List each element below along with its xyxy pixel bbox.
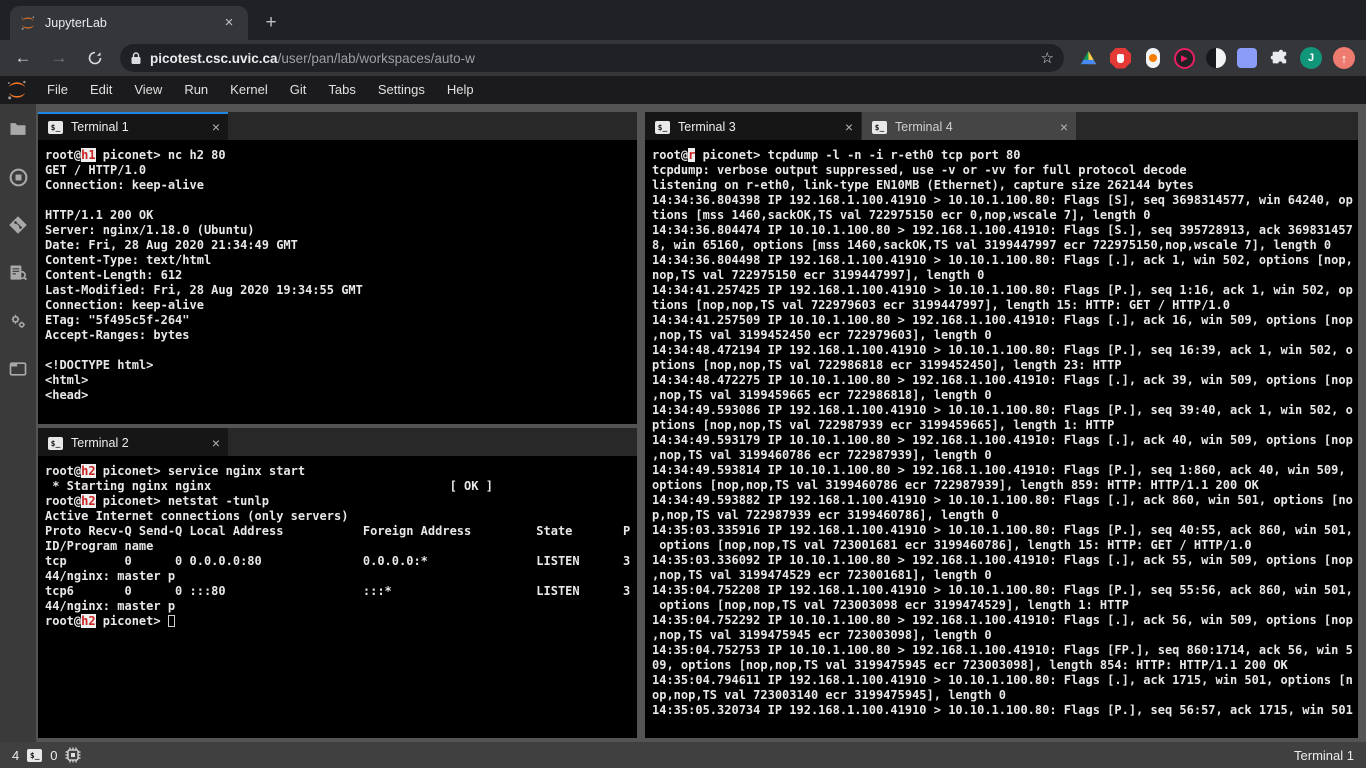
tab-terminal-2-close-icon[interactable]: × bbox=[186, 435, 220, 451]
menu-tabs[interactable]: Tabs bbox=[317, 76, 366, 104]
forward-icon[interactable]: → bbox=[46, 45, 72, 71]
inspector-icon[interactable] bbox=[7, 262, 29, 284]
tab-terminal-3-close-icon[interactable]: × bbox=[819, 119, 853, 135]
tab-terminal-4-label: Terminal 4 bbox=[895, 120, 953, 134]
terminal-icon: $_ bbox=[48, 121, 63, 134]
menu-run[interactable]: Run bbox=[173, 76, 219, 104]
terminal-1-output[interactable]: root@h1 piconet> nc h2 80 GET / HTTP/1.0… bbox=[38, 140, 637, 424]
browser-tab-close-icon[interactable]: × bbox=[220, 14, 238, 32]
screen: JupyterLab × + ← → picotest.csc.uvic.ca/… bbox=[0, 0, 1366, 768]
menu-git[interactable]: Git bbox=[279, 76, 318, 104]
tab-terminal-4[interactable]: $_ Terminal 4 × bbox=[862, 112, 1076, 140]
profile-avatar[interactable]: J bbox=[1300, 47, 1322, 69]
tab-terminal-1[interactable]: $_ Terminal 1 × bbox=[38, 112, 228, 140]
running-sessions-icon[interactable] bbox=[7, 166, 29, 188]
tab-terminal-1-label: Terminal 1 bbox=[71, 120, 129, 134]
sessions-status[interactable]: 4 $_ 0 bbox=[12, 747, 81, 763]
kernel-chip-icon bbox=[65, 747, 81, 763]
tab-terminal-3[interactable]: $_ Terminal 3 × bbox=[645, 112, 861, 140]
extension-row: ▶ J ↑ bbox=[1078, 47, 1355, 69]
terminal-2-tabbar: $_ Terminal 2 × bbox=[38, 428, 637, 456]
terminals-count: 4 bbox=[12, 748, 19, 763]
google-drive-icon[interactable] bbox=[1078, 48, 1099, 69]
dark-reader-icon[interactable] bbox=[1206, 48, 1226, 68]
terminal-3-panel: $_ Terminal 3 × $_ Terminal 4 × root@r p… bbox=[645, 112, 1358, 738]
padlock-icon[interactable] bbox=[130, 52, 142, 65]
status-bar: 4 $_ 0 Terminal 1 bbox=[0, 742, 1366, 768]
hand-glyph bbox=[1117, 54, 1124, 63]
jupyterlab-menubar: File Edit View Run Kernel Git Tabs Setti… bbox=[0, 76, 1366, 104]
reload-icon[interactable] bbox=[82, 45, 108, 71]
menu-settings[interactable]: Settings bbox=[367, 76, 436, 104]
adblock-icon[interactable] bbox=[1110, 48, 1131, 69]
address-bar[interactable]: picotest.csc.uvic.ca/user/pan/lab/worksp… bbox=[120, 44, 1064, 72]
terminal-1-tabbar: $_ Terminal 1 × bbox=[38, 112, 637, 140]
terminal-2-panel: $_ Terminal 2 × root@h2 piconet> service… bbox=[38, 428, 637, 738]
tab-terminal-2[interactable]: $_ Terminal 2 × bbox=[38, 428, 228, 456]
terminal-icon: $_ bbox=[48, 437, 63, 450]
git-icon[interactable] bbox=[7, 214, 29, 236]
browser-tabstrip: JupyterLab × + bbox=[0, 0, 1366, 40]
jupyter-favicon-icon bbox=[20, 15, 36, 31]
extensions-puzzle-icon[interactable] bbox=[1268, 48, 1289, 69]
terminal-icon: $_ bbox=[655, 121, 670, 134]
current-widget-label: Terminal 1 bbox=[1294, 748, 1354, 763]
play-circle-icon[interactable]: ▶ bbox=[1174, 48, 1195, 69]
file-browser-icon[interactable] bbox=[7, 118, 29, 140]
bookmark-star-icon[interactable]: ☆ bbox=[1041, 49, 1054, 67]
browser-tab-jupyterlab[interactable]: JupyterLab × bbox=[10, 6, 248, 40]
terminal-1-panel: $_ Terminal 1 × root@h1 piconet> nc h2 8… bbox=[38, 112, 637, 424]
menu-edit[interactable]: Edit bbox=[79, 76, 123, 104]
tab-terminal-2-label: Terminal 2 bbox=[71, 436, 129, 450]
property-inspector-icon[interactable] bbox=[7, 310, 29, 332]
terminal-icon: $_ bbox=[872, 121, 887, 134]
url-path: /user/pan/lab/workspaces/auto-w bbox=[278, 51, 475, 66]
tab-terminal-1-close-icon[interactable]: × bbox=[186, 119, 220, 135]
new-tab-button[interactable]: + bbox=[258, 10, 284, 36]
tab-terminal-3-label: Terminal 3 bbox=[678, 120, 736, 134]
left-sidebar bbox=[0, 104, 36, 742]
terminal-3-output[interactable]: root@r piconet> tcpdump -l -n -i r-eth0 … bbox=[645, 140, 1358, 738]
jupyter-logo-icon bbox=[6, 79, 28, 101]
back-icon[interactable]: ← bbox=[10, 45, 36, 71]
terminal-2-output[interactable]: root@h2 piconet> service nginx start * S… bbox=[38, 456, 637, 738]
browser-toolbar: ← → picotest.csc.uvic.ca/user/pan/lab/wo… bbox=[0, 40, 1366, 76]
menu-view[interactable]: View bbox=[123, 76, 173, 104]
proxy-pill-icon[interactable] bbox=[1142, 48, 1163, 69]
menu-help[interactable]: Help bbox=[436, 76, 485, 104]
menu-kernel[interactable]: Kernel bbox=[219, 76, 279, 104]
terminal-icon: $_ bbox=[27, 749, 42, 762]
menu-file[interactable]: File bbox=[36, 76, 79, 104]
browser-update-icon[interactable]: ↑ bbox=[1333, 47, 1355, 69]
url-host: picotest.csc.uvic.ca bbox=[150, 51, 278, 66]
terminal-cursor bbox=[168, 615, 175, 627]
tab-terminal-4-close-icon[interactable]: × bbox=[1034, 119, 1068, 135]
kernels-count: 0 bbox=[50, 748, 57, 763]
open-tabs-icon[interactable] bbox=[7, 358, 29, 380]
tab-grid-icon[interactable] bbox=[1237, 48, 1257, 68]
browser-tab-title: JupyterLab bbox=[45, 16, 220, 30]
right-tabbar: $_ Terminal 3 × $_ Terminal 4 × bbox=[645, 112, 1358, 140]
